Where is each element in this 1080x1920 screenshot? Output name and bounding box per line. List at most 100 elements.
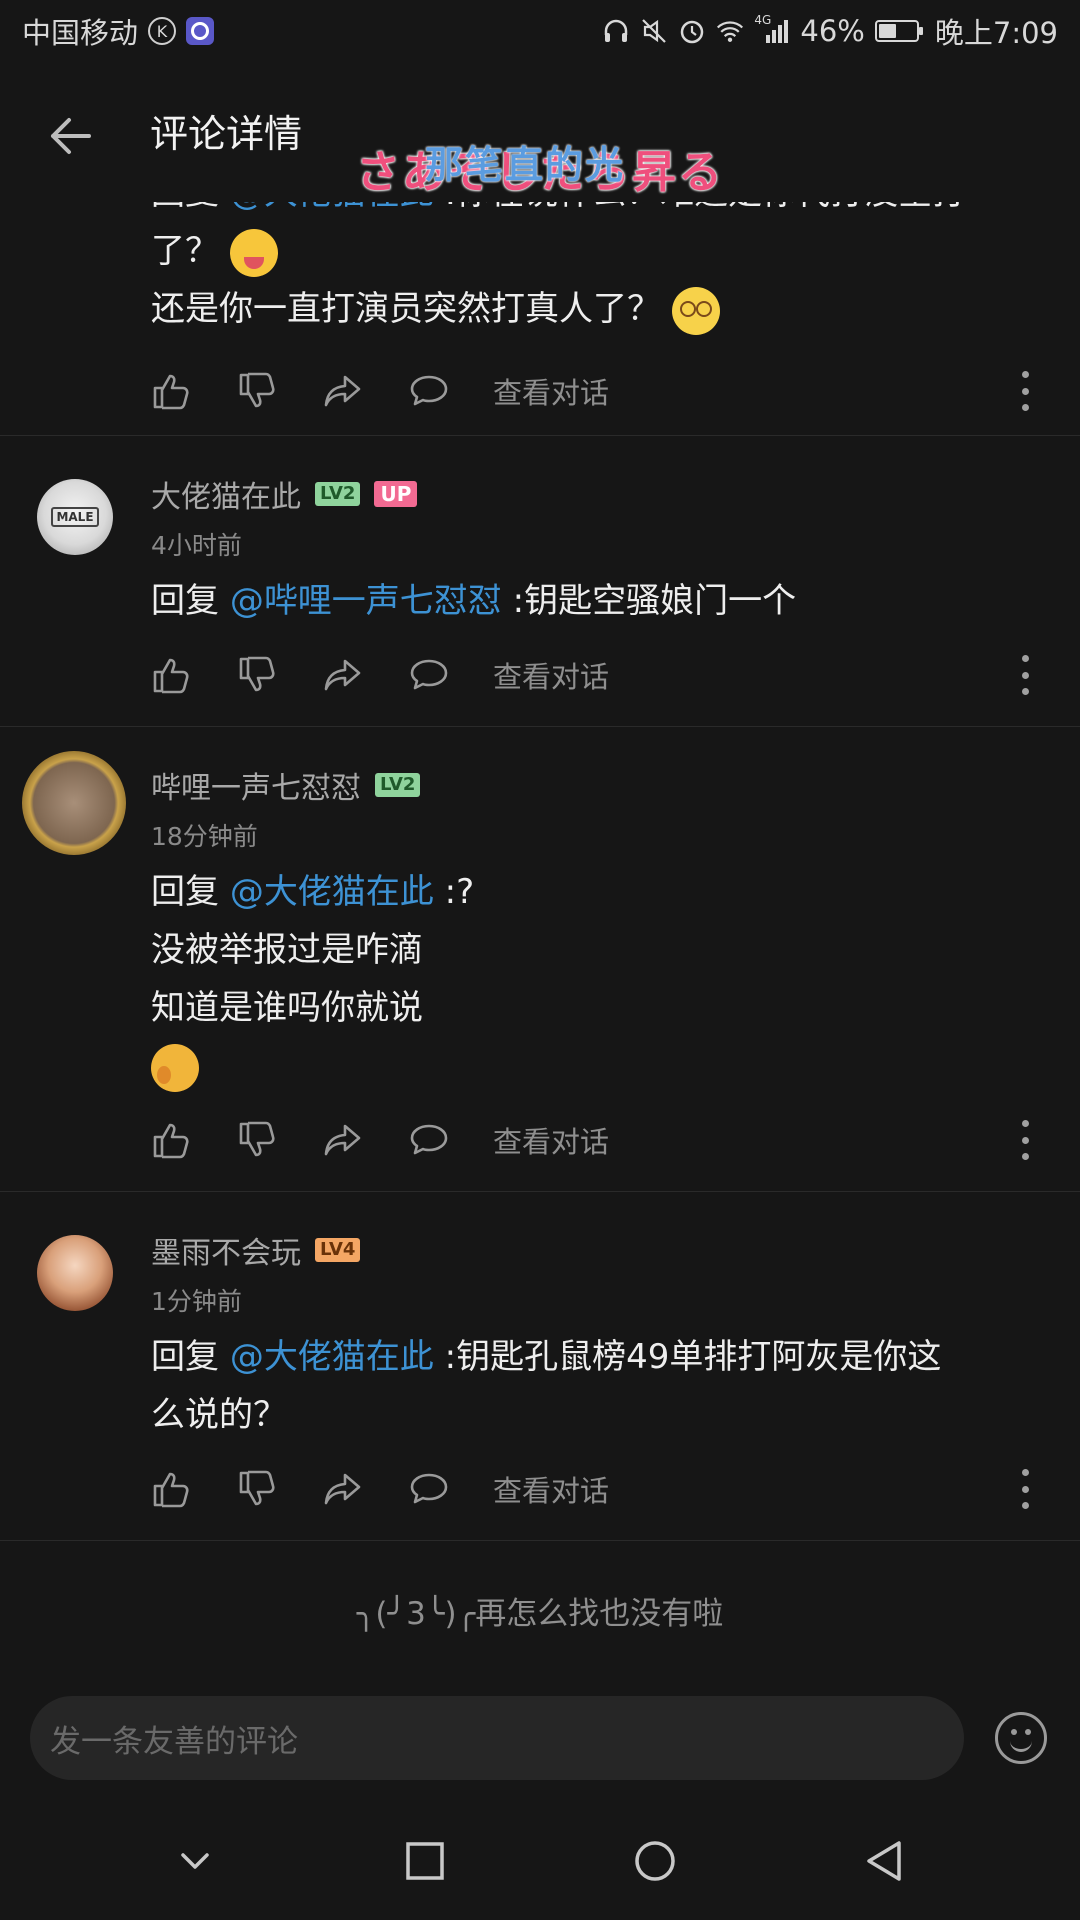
dizzy-emoji-icon <box>671 286 720 335</box>
comment-input-bar: 发一条友善的评论 <box>0 1674 1080 1802</box>
more-options-button[interactable] <box>1020 1120 1030 1160</box>
thumbs-up-icon <box>153 1123 189 1159</box>
alarm-icon <box>678 17 706 45</box>
share-button[interactable] <box>323 1469 363 1509</box>
share-icon <box>324 1473 361 1505</box>
wifi-icon <box>716 17 744 45</box>
share-icon <box>324 375 361 407</box>
like-button[interactable] <box>151 371 191 411</box>
share-button[interactable] <box>323 371 363 411</box>
comment-input[interactable]: 发一条友善的评论 <box>30 1696 964 1780</box>
action-bar: 查看对话 <box>151 1464 1080 1514</box>
reply-button[interactable] <box>409 371 449 411</box>
comment-body: 回复 @大佬猫在此 :钥匙孔鼠榜49单排打阿灰是你这 么说的？ <box>151 1328 1031 1444</box>
user-row: 哔哩一声七怼怼 LV2 <box>151 763 421 807</box>
thumbs-down-icon <box>239 656 275 692</box>
timestamp: 18分钟前 <box>151 822 258 851</box>
share-icon <box>324 1124 361 1156</box>
reply-button[interactable] <box>409 1120 449 1160</box>
share-button[interactable] <box>323 655 363 695</box>
comment-bubble-icon <box>410 1473 448 1504</box>
comment-bubble-icon <box>410 375 448 406</box>
back-button[interactable] <box>40 106 100 166</box>
reply-button[interactable] <box>409 1469 449 1509</box>
view-conversation-link[interactable]: 查看对话 <box>493 370 609 412</box>
level-badge: LV2 <box>375 773 421 797</box>
arrow-left-icon <box>51 118 91 154</box>
carrier-label: 中国移动 <box>22 16 139 50</box>
yum-emoji-icon <box>229 228 278 277</box>
action-bar: 查看对话 <box>151 366 1080 416</box>
mention-link[interactable]: @哔哩一声七怼怼 <box>230 581 502 621</box>
network-type-label: 4G <box>754 13 772 27</box>
mention-link[interactable]: @大佬猫在此 <box>230 872 434 912</box>
thumbs-down-icon <box>239 1121 275 1157</box>
comment-line: 知道是谁吗你就说 <box>151 988 423 1028</box>
circle-icon[interactable] <box>625 1831 685 1891</box>
dislike-button[interactable] <box>237 1120 277 1160</box>
more-options-button[interactable] <box>1020 655 1030 695</box>
level-badge: LV4 <box>315 1238 361 1262</box>
comment-item: MALE 大佬猫在此 LV2 UP 4小时前 回复 @哔哩一声七怼怼 :钥匙空骚… <box>0 436 1080 727</box>
view-conversation-link[interactable]: 查看对话 <box>493 654 609 696</box>
comment-list[interactable]: 回复 @大佬猫在此 :你在说什么？难道是你代打没空打 了？ 还是你一直打演员突然… <box>0 202 1080 1674</box>
mention-link[interactable]: @大佬猫在此 <box>230 202 434 213</box>
app-notification-icon <box>186 17 215 45</box>
more-options-button[interactable] <box>1020 371 1030 411</box>
status-bar: 中国移动 K 4G 46% 晚上7:09 <box>0 0 1080 62</box>
end-of-list-text: ╮(╯3╰)╭再怎么找也没有啦 <box>356 1596 724 1632</box>
comment-line: 回复 @大佬猫在此 :你在说什么？难道是你代打没空打 <box>151 202 1031 222</box>
reply-button[interactable] <box>409 655 449 695</box>
username[interactable]: 大佬猫在此 <box>151 472 301 516</box>
signal-icon: 4G <box>754 13 790 45</box>
comment-body: 回复 @大佬猫在此 :? 没被举报过是咋滴 知道是谁吗你就说 <box>151 863 1031 1095</box>
thumbs-up-icon <box>153 1472 189 1508</box>
huff-emoji-icon <box>151 1043 199 1092</box>
comment-item: 墨雨不会玩 LV4 1分钟前 回复 @大佬猫在此 :钥匙孔鼠榜49单排打阿灰是你… <box>0 1192 1080 1541</box>
dislike-button[interactable] <box>237 655 277 695</box>
share-button[interactable] <box>323 1120 363 1160</box>
comment-line: 没被举报过是咋滴 <box>151 930 423 970</box>
action-bar: 查看对话 <box>151 650 1080 700</box>
avatar[interactable] <box>22 751 126 855</box>
avatar[interactable]: MALE <box>37 479 113 555</box>
smiley-icon[interactable] <box>995 1712 1047 1764</box>
user-row: 大佬猫在此 LV2 UP <box>151 472 418 516</box>
dislike-button[interactable] <box>237 371 277 411</box>
comment-body: 回复 @大佬猫在此 :你在说什么？难道是你代打没空打 了？ 还是你一直打演员突然… <box>151 202 1031 338</box>
comment-line: 了？ <box>151 222 1031 280</box>
mention-link[interactable]: @大佬猫在此 <box>230 1337 434 1377</box>
like-button[interactable] <box>151 1120 191 1160</box>
username[interactable]: 哔哩一声七怼怼 <box>151 763 361 807</box>
view-conversation-link[interactable]: 查看对话 <box>493 1468 609 1510</box>
user-row: 墨雨不会玩 LV4 <box>151 1228 361 1272</box>
comment-item: 回复 @大佬猫在此 :你在说什么？难道是你代打没空打 了？ 还是你一直打演员突然… <box>0 202 1080 436</box>
up-badge: UP <box>374 481 418 507</box>
comment-item: 哔哩一声七怼怼 LV2 18分钟前 回复 @大佬猫在此 :? 没被举报过是咋滴 … <box>0 727 1080 1192</box>
system-nav-bar <box>0 1802 1080 1920</box>
username[interactable]: 墨雨不会玩 <box>151 1228 301 1272</box>
k-badge-icon: K <box>148 17 177 45</box>
avatar[interactable] <box>37 1235 113 1311</box>
clock: 晚上7:09 <box>934 16 1058 50</box>
level-badge: LV2 <box>315 482 361 506</box>
like-button[interactable] <box>151 1469 191 1509</box>
thumbs-down-icon <box>239 1470 275 1506</box>
square-icon[interactable] <box>395 1831 455 1891</box>
headphones-icon <box>602 17 630 45</box>
chevron-down-icon[interactable] <box>165 1831 225 1891</box>
more-options-button[interactable] <box>1020 1469 1030 1509</box>
thumbs-up-icon <box>153 374 189 410</box>
thumbs-up-icon <box>153 658 189 694</box>
comment-bubble-icon <box>410 659 448 690</box>
dislike-button[interactable] <box>237 1469 277 1509</box>
timestamp: 1分钟前 <box>151 1287 242 1316</box>
triangle-back-icon[interactable] <box>855 1831 915 1891</box>
overlay-text-blue: 那笔直的光 <box>425 143 626 187</box>
mute-icon <box>640 17 668 45</box>
like-button[interactable] <box>151 655 191 695</box>
thumbs-down-icon <box>239 372 275 408</box>
comment-line: 么说的？ <box>151 1395 287 1435</box>
view-conversation-link[interactable]: 查看对话 <box>493 1119 609 1161</box>
page-title: 评论详情 <box>150 112 303 156</box>
